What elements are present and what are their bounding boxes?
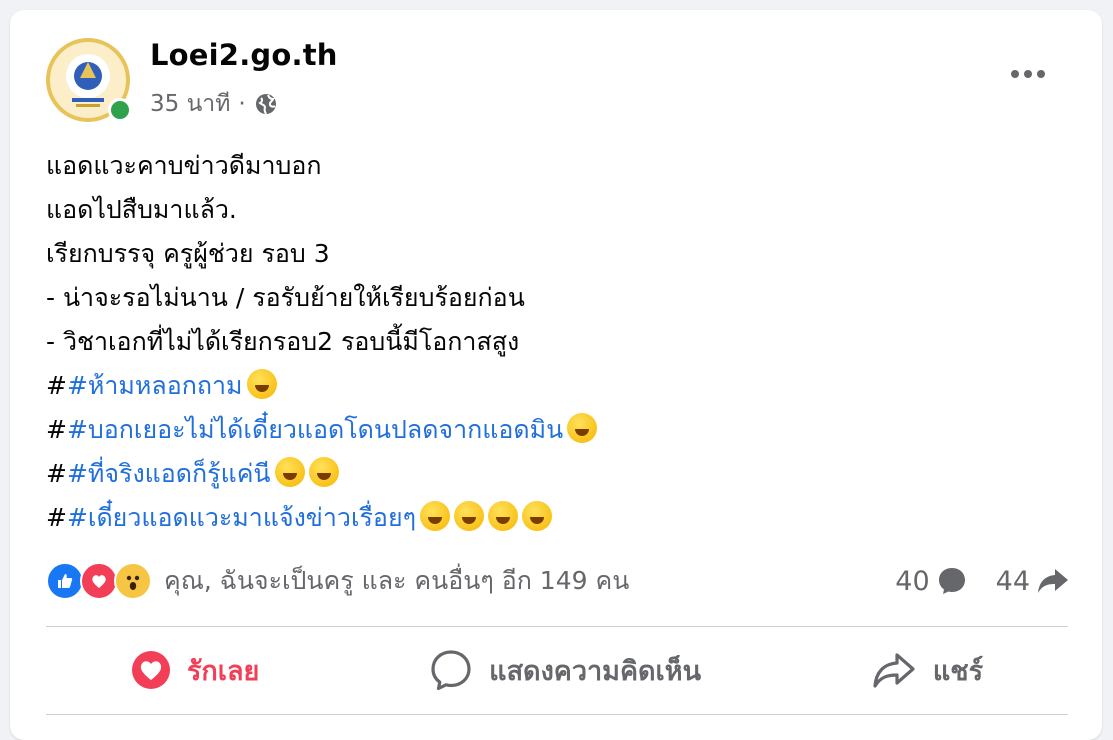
- reaction-icons[interactable]: [46, 562, 152, 600]
- wow-icon: [114, 562, 152, 600]
- more-dot: [1024, 70, 1032, 78]
- share-button-label: แชร์: [932, 655, 984, 687]
- post-line: แอดไปสืบมาแล้ว.: [46, 195, 237, 224]
- hash-prefix: #: [46, 503, 67, 532]
- action-bar: รักเลย แสดงความคิดเห็น แชร์: [46, 628, 1068, 712]
- share-count[interactable]: 44: [996, 565, 1070, 597]
- hashtag-line: ##บอกเยอะไม่ได้เดี๋ยวแอดโดนปลดจากแอดมิน: [46, 408, 1076, 452]
- hashtag-link[interactable]: #ที่จริงแอดก็รู้แค่นี: [67, 459, 271, 488]
- divider: [46, 714, 1068, 715]
- page-avatar[interactable]: [46, 38, 132, 122]
- share-button[interactable]: แชร์: [871, 649, 983, 692]
- post-meta: 35 นาที ·: [150, 86, 278, 122]
- smiling-emoji: [420, 501, 451, 531]
- smiling-emoji: [488, 501, 519, 531]
- online-status-dot: [108, 98, 132, 122]
- more-dot: [1011, 70, 1019, 78]
- smiling-emoji: [522, 501, 553, 531]
- post-line: เรียกบรรจุ ครูผู้ช่วย รอบ 3: [46, 239, 330, 268]
- hashtag-line: ##ที่จริงแอดก็รู้แค่นี: [46, 452, 1076, 496]
- share-arrow-icon: [1038, 569, 1068, 593]
- comment-button-label: แสดงความคิดเห็น: [489, 655, 702, 687]
- engagement-counts: 40 44: [867, 558, 1070, 604]
- rolling-laughing-emoji: [274, 457, 305, 487]
- like-icon: [46, 562, 84, 600]
- love-button-label: รักเลย: [186, 655, 260, 687]
- love-reaction-icon: [131, 651, 170, 689]
- comment-button[interactable]: แสดงความคิดเห็น: [429, 648, 701, 692]
- comment-count-value: 40: [895, 565, 930, 597]
- love-icon: [80, 562, 118, 600]
- post-line: แอดแวะคาบข่าวดีมาบอก: [46, 151, 322, 180]
- more-dot: [1037, 70, 1045, 78]
- globe-icon[interactable]: [254, 92, 278, 116]
- grinning-sweat-emoji: [308, 457, 339, 487]
- meta-separator: ·: [238, 91, 246, 117]
- page-name[interactable]: Loei2.go.th: [150, 38, 338, 72]
- logo-icon: [66, 54, 110, 107]
- smiling-emoji: [454, 501, 485, 531]
- hashtag-link[interactable]: #บอกเยอะไม่ได้เดี๋ยวแอดโดนปลดจากแอดมิน: [67, 415, 563, 444]
- rolling-laughing-emoji: [246, 369, 277, 399]
- more-options-button[interactable]: [1000, 56, 1056, 92]
- hash-prefix: #: [46, 415, 67, 444]
- love-button[interactable]: รักเลย: [131, 649, 259, 692]
- reaction-summary[interactable]: คุณ, ฉันจะเป็นครู และ คนอื่นๆ อีก 149 คน: [164, 561, 629, 601]
- share-count-value: 44: [995, 565, 1030, 597]
- post-line: - วิชาเอกที่ไม่ได้เรียกรอบ2 รอบนี้มีโอกา…: [46, 327, 520, 356]
- hash-prefix: #: [46, 371, 67, 400]
- hashtag-line: ##ห้ามหลอกถาม: [46, 364, 1076, 408]
- hashtag-line: ##เดี๋ยวแอดแวะมาแจ้งข่าวเรื่อยๆ: [46, 496, 1076, 540]
- share-icon: [873, 653, 915, 688]
- hashtag-link[interactable]: #เดี๋ยวแอดแวะมาแจ้งข่าวเรื่อยๆ: [67, 503, 416, 532]
- post-line: - น่าจะรอไม่นาน / รอรับย้ายให้เรียบร้อยก…: [46, 283, 525, 312]
- hashtag-link[interactable]: #ห้ามหลอกถาม: [67, 371, 243, 400]
- comment-count[interactable]: 40: [895, 565, 967, 597]
- post-text: แอดแวะคาบข่าวดีมาบอก แอดไปสืบมาแล้ว. เรี…: [46, 144, 1076, 540]
- reactions-bar: คุณ, ฉันจะเป็นครู และ คนอื่นๆ อีก 149 คน…: [46, 558, 1076, 604]
- post-time[interactable]: 35 นาที: [150, 86, 230, 122]
- hash-prefix: #: [46, 459, 67, 488]
- divider: [46, 626, 1068, 627]
- comment-bubble-icon: [938, 568, 965, 594]
- rolling-laughing-emoji: [567, 413, 598, 443]
- comment-icon: [431, 650, 471, 691]
